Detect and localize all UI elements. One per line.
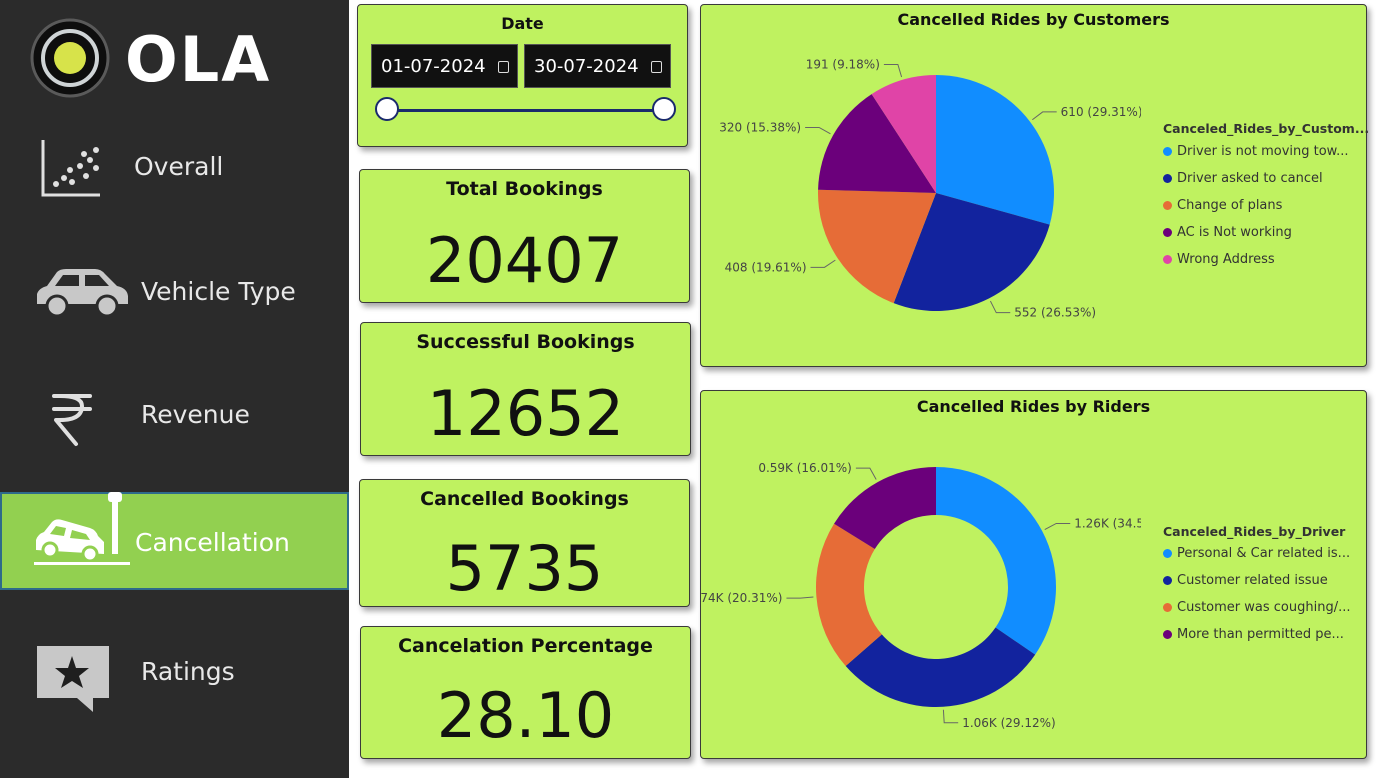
kpi-card-cancelled-bookings: Cancelled Bookings 5735 — [359, 479, 690, 607]
legend-item[interactable]: Driver asked to cancel — [1163, 171, 1323, 186]
legend-item[interactable]: Change of plans — [1163, 198, 1282, 213]
car-icon — [37, 269, 128, 318]
legend-label: Personal & Car related is... — [1177, 546, 1351, 561]
rider-cancellation-donut-chart[interactable]: 1.26K (34.56%) 1.06K (29.12%) 0.74K (20.31… — [701, 391, 1141, 756]
slider-end-handle[interactable] — [652, 97, 676, 121]
rupee-icon — [52, 394, 92, 446]
kpi-title: Total Bookings — [446, 178, 603, 200]
start-date-value: 01-07-2024 — [381, 56, 486, 77]
ola-logo: OLA — [30, 18, 280, 98]
leader-line-1 — [942, 709, 959, 724]
nav-item-ratings[interactable]: Ratings — [0, 624, 349, 720]
legend-item[interactable]: Customer was coughing/... — [1163, 600, 1351, 615]
nav-item-cancellation[interactable]: Cancellation — [0, 492, 349, 590]
legend-dot — [1163, 576, 1172, 585]
leader-line-2 — [786, 596, 814, 599]
legend-dot — [1163, 630, 1172, 639]
kpi-value: 12652 — [426, 377, 625, 450]
data-label-2: 0.74K (20.31%) — [701, 591, 782, 605]
slice-0[interactable] — [936, 467, 1056, 655]
nav-label-ratings: Ratings — [141, 657, 235, 686]
legend-label: Change of plans — [1177, 198, 1283, 213]
nav-item-vehicle-type[interactable]: Vehicle Type — [0, 244, 349, 340]
customer-cancellation-pie-chart[interactable]: 610 (29.31%) 552 (26.53%) 408 (19.61%) 320 … — [701, 5, 1141, 365]
customer-cancellation-chart-card: Cancelled Rides by Customers 610 (29.31%… — [700, 4, 1370, 367]
legend-label: Wrong Address — [1177, 252, 1275, 267]
date-range-slider[interactable] — [388, 109, 664, 112]
legend-item[interactable]: Driver is not moving tow... — [1163, 144, 1349, 159]
legend-label: Driver asked to cancel — [1177, 171, 1323, 186]
slider-start-handle[interactable] — [375, 97, 399, 121]
kpi-title: Cancelation Percentage — [398, 635, 653, 657]
legend-item[interactable]: AC is Not working — [1163, 225, 1292, 240]
data-label-3: 320 (15.38%) — [719, 120, 801, 134]
data-label-0: 1.26K (34.56%) — [1074, 516, 1141, 530]
end-date-value: 30-07-2024 — [534, 56, 639, 77]
leader-line-0 — [1032, 111, 1057, 121]
nav-label-vehicle-type: Vehicle Type — [141, 277, 296, 306]
kpi-value: 5735 — [445, 532, 604, 605]
data-label-3: 0.59K (16.01%) — [758, 461, 852, 475]
legend-item[interactable]: Personal & Car related is... — [1163, 546, 1350, 561]
data-label-4: 191 (9.18%) — [806, 58, 880, 72]
legend-item[interactable]: Customer related issue — [1163, 573, 1328, 588]
kpi-value: 28.10 — [436, 679, 615, 752]
nav-item-overall[interactable]: Overall — [0, 120, 349, 216]
legend-title: Canceled_Rides_by_Driver — [1163, 524, 1346, 539]
date-filter-card: Date 01-07-2024 30-07-2024 — [357, 4, 688, 147]
leader-line-4 — [883, 64, 903, 78]
rider-cancellation-chart-card: Cancelled Rides by Riders 1.26K (34.56%)… — [700, 390, 1367, 759]
legend-dot — [1163, 228, 1172, 237]
logo-text: OLA — [125, 23, 271, 96]
legend-title: Canceled_Rides_by_Custom... — [1163, 121, 1370, 136]
legend-dot — [1163, 174, 1172, 183]
nav-item-revenue[interactable]: Revenue — [0, 368, 349, 464]
leader-line-3 — [805, 126, 831, 135]
legend-label: Customer related issue — [1177, 573, 1328, 588]
kpi-card-cancelation-percentage: Cancelation Percentage 28.10 — [360, 626, 691, 759]
sidebar: OLA Overall Vehicle Type Revenue Cancell… — [0, 0, 349, 778]
legend-item[interactable]: More than permitted pe... — [1163, 627, 1344, 642]
legend-dot — [1163, 147, 1172, 156]
legend-dot — [1163, 255, 1172, 264]
kpi-title: Successful Bookings — [416, 331, 635, 353]
data-label-2: 408 (19.61%) — [725, 260, 807, 274]
legend-dot — [1163, 549, 1172, 558]
legend-label: Driver is not moving tow... — [1177, 144, 1349, 159]
calendar-icon[interactable] — [651, 61, 662, 73]
car-crash-icon — [34, 492, 130, 565]
nav-label-revenue: Revenue — [141, 400, 250, 429]
legend-label: More than permitted pe... — [1177, 627, 1344, 642]
nav-label-overall: Overall — [134, 152, 224, 181]
ola-logo-mark: OLA — [30, 18, 271, 98]
legend-dot — [1163, 201, 1172, 210]
legend-label: AC is Not working — [1177, 225, 1292, 240]
start-date-input[interactable]: 01-07-2024 — [371, 44, 518, 88]
kpi-value: 20407 — [425, 224, 624, 297]
data-label-1: 552 (26.53%) — [1014, 306, 1096, 320]
nav-label-cancellation: Cancellation — [135, 528, 290, 557]
kpi-card-total-bookings: Total Bookings 20407 — [359, 169, 690, 303]
end-date-input[interactable]: 30-07-2024 — [524, 44, 671, 88]
calendar-icon[interactable] — [498, 61, 509, 73]
legend-dot — [1163, 603, 1172, 612]
star-comment-icon — [37, 646, 109, 712]
data-label-0: 610 (29.31%) — [1061, 105, 1141, 119]
kpi-card-successful-bookings: Successful Bookings 12652 — [360, 322, 691, 456]
leader-line-0 — [1044, 522, 1071, 530]
kpi-title: Cancelled Bookings — [420, 488, 629, 510]
scatter-chart-icon — [41, 140, 100, 197]
leader-line-1 — [989, 300, 1011, 314]
data-label-1: 1.06K (29.12%) — [962, 716, 1056, 730]
legend-label: Customer was coughing/... — [1177, 600, 1351, 615]
leader-line-3 — [855, 467, 877, 480]
leader-line-2 — [810, 259, 836, 268]
date-filter-title: Date — [501, 14, 544, 33]
legend-item[interactable]: Wrong Address — [1163, 252, 1275, 267]
